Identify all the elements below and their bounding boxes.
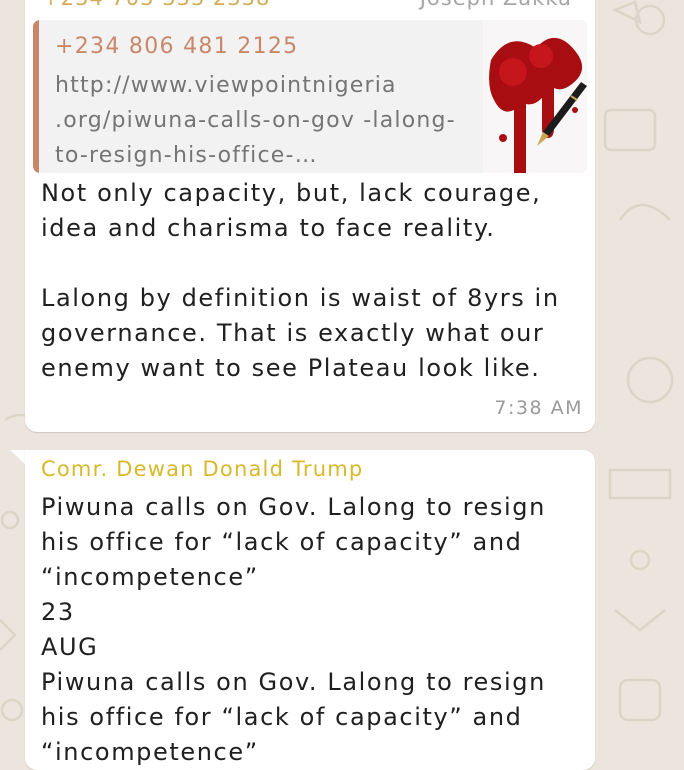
bubble-tail <box>10 450 26 465</box>
blood-splatter-pen-image[interactable] <box>483 20 587 173</box>
previous-sender-name: ~Joseph Zakka <box>401 0 572 10</box>
quote-accent-bar <box>33 20 39 173</box>
quote-author: +234 806 481 2125 <box>55 34 299 59</box>
message-text: Not only capacity, but, lack courage, id… <box>41 179 560 382</box>
message-timestamp: 7:38 AM <box>494 397 583 419</box>
quote-text: http://www.viewpointnigeria .org/piwuna-… <box>55 73 456 168</box>
sender-name[interactable]: Comr. Dewan Donald Trump <box>41 457 363 481</box>
message-text: Piwuna calls on Gov. Lalong to resign hi… <box>41 493 546 766</box>
previous-sender-phone: +234 703 333 2338 <box>42 0 270 10</box>
quoted-message[interactable]: +234 806 481 2125 http://www.viewpointni… <box>33 20 587 173</box>
